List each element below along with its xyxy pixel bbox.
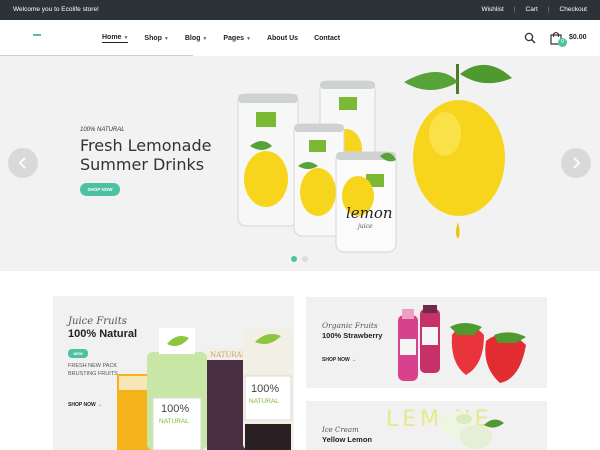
slider-prev-button[interactable] <box>8 148 38 178</box>
hero-eyebrow: 100% NATURAL <box>80 127 125 133</box>
slider-next-button[interactable] <box>561 148 591 178</box>
new-badge: NEW <box>68 349 88 358</box>
banner-strawberry[interactable]: Organic Fruits 100% Strawberry SHOP NOW … <box>306 297 547 388</box>
lemon-image <box>404 64 512 239</box>
chevron-down-icon: ▼ <box>202 35 208 42</box>
juice-bottles-image: 100% NATURAL NATURAL J 100% NATURAL <box>117 328 293 450</box>
banner-title: Yellow Lemon <box>322 435 373 444</box>
slider-dot[interactable] <box>291 256 297 262</box>
banner-shop-now-link[interactable]: SHOP NOW → <box>68 402 102 408</box>
nav-label: About Us <box>266 35 299 42</box>
nav-item-contact[interactable]: Contact <box>314 34 340 43</box>
checkout-link[interactable]: Checkout <box>560 6 587 13</box>
top-links: Wishlist | Cart | Checkout <box>481 6 587 13</box>
chevron-down-icon: ▼ <box>163 35 169 42</box>
bottle-label-bottom: NATURAL <box>159 418 189 425</box>
top-bar: Welcome you to Ecolife store! Wishlist |… <box>0 0 600 20</box>
divider: | <box>547 6 550 13</box>
logo[interactable] <box>33 34 41 36</box>
hero-title-line1: Fresh Lemonade <box>80 136 212 155</box>
slider-dot[interactable] <box>302 256 308 262</box>
banner-icecream[interactable]: LEM NE Ice Cream Yellow Lemon <box>306 401 547 450</box>
divider: | <box>513 6 516 13</box>
juice-can-image <box>237 93 299 227</box>
ice-cream-image <box>440 411 504 449</box>
search-icon[interactable] <box>524 32 536 44</box>
bottle-label-top: 100% <box>251 383 279 395</box>
hero-shop-now-button[interactable]: SHOP NOW <box>80 183 120 196</box>
cart-link[interactable]: Cart <box>526 6 538 13</box>
main-nav: Home ▼ Shop ▼ Blog ▼ Pages ▼ About Us Contac… <box>102 34 356 43</box>
strawberry-drinks-image <box>398 305 526 383</box>
cart-count-badge: 0 <box>558 38 567 47</box>
bottle-label-bottom: NATURAL <box>249 398 279 405</box>
cart-total[interactable]: $0.00 <box>569 34 587 41</box>
main-header: Home ▼ Shop ▼ Blog ▼ Pages ▼ About Us Contac… <box>0 20 600 56</box>
hero-title-line2: Summer Drinks <box>80 155 205 174</box>
nav-item-shop[interactable]: Shop ▼ <box>144 34 168 43</box>
nav-label: Home <box>102 34 122 41</box>
chevron-down-icon: ▼ <box>123 34 129 41</box>
hero-slider: 100% NATURAL Fresh Lemonade Summer Drink… <box>0 56 600 271</box>
arrow-right-icon: → <box>351 357 357 363</box>
shop-now-label: SHOP NOW <box>322 357 350 363</box>
nav-label: Shop <box>144 35 162 42</box>
welcome-message: Welcome you to Ecolife store! <box>13 6 99 13</box>
juice-can-image: lemon juice <box>335 151 397 253</box>
nav-label: Pages <box>223 35 244 42</box>
nav-item-pages[interactable]: Pages ▼ <box>223 34 251 43</box>
nav-item-about[interactable]: About Us <box>267 34 298 43</box>
chevron-right-icon <box>573 157 581 169</box>
hero-product-image: lemon juice <box>237 64 512 253</box>
banner-shop-now-link[interactable]: SHOP NOW → <box>322 357 356 363</box>
chevron-left-icon <box>18 157 26 169</box>
hero-title: Fresh Lemonade Summer Drinks <box>80 136 211 174</box>
arrow-right-icon: → <box>97 402 103 408</box>
shop-now-label: SHOP NOW <box>68 402 96 408</box>
banner-juice[interactable]: Juice Fruits 100% Natural NEW FRESH NEW … <box>53 296 294 450</box>
chevron-down-icon: ▼ <box>246 35 251 42</box>
banner-script-text: Organic Fruits <box>322 321 378 330</box>
wishlist-link[interactable]: Wishlist <box>481 6 503 13</box>
bottle-label-top: 100% <box>161 403 189 415</box>
banner-script-text: Ice Cream <box>322 426 359 434</box>
nav-label: Blog <box>184 35 201 42</box>
can-brand-text: lemon <box>346 204 393 222</box>
banner-title: 100% Strawberry <box>322 331 383 340</box>
banner-description: FRESH NEW PACK BRUSTING FRUITS <box>68 363 118 377</box>
nav-label: Contact <box>314 35 341 42</box>
nav-item-blog[interactable]: Blog ▼ <box>185 34 208 43</box>
can-sub-text: juice <box>356 223 373 230</box>
nav-item-home[interactable]: Home ▼ <box>102 34 129 43</box>
slider-pagination <box>291 256 308 262</box>
